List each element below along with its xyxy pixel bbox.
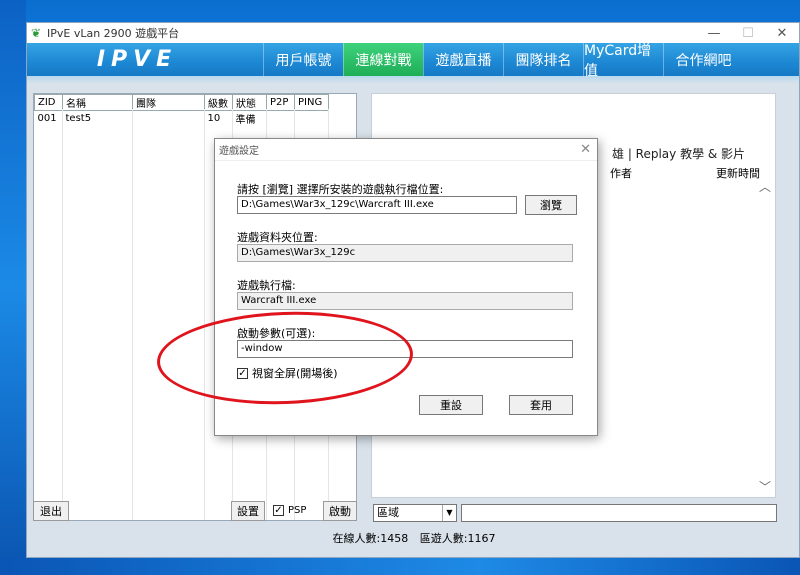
ipve-logo: IPVE — [96, 47, 178, 72]
exe-file-field: Warcraft III.exe — [237, 292, 573, 310]
scroll-down-chevron-icon[interactable]: ﹀ — [759, 478, 771, 495]
data-folder-label: 遊戲資料夾位置: — [237, 231, 318, 244]
title-bar: ❦ IPvE vLan 2900 遊戲平台 — ☐ ✕ — [27, 23, 799, 43]
cell-team — [133, 111, 205, 127]
settings-button[interactable]: 設置 — [231, 501, 265, 521]
main-nav: IPVE 用戶帳號 連線對戰 遊戲直播 團隊排名 MyCard增值 合作網吧 — [27, 43, 799, 79]
col-ping[interactable]: PING — [294, 94, 329, 111]
table-row[interactable]: 001 test5 10 準備 — [35, 111, 329, 127]
exe-path-field[interactable]: D:\Games\War3x_129c\Warcraft III.exe — [237, 196, 517, 214]
start-button[interactable]: 啟動 — [323, 501, 357, 521]
col-zid[interactable]: ZID — [34, 94, 63, 111]
nav-tabs: 用戶帳號 連線對戰 遊戲直播 團隊排名 MyCard增值 合作網吧 — [263, 43, 743, 79]
exit-button[interactable]: 退出 — [33, 501, 69, 521]
game-settings-dialog: 遊戲設定 ✕ 請按 [瀏覽] 選擇所安裝的遊戲執行檔位置: D:\Games\W… — [214, 138, 598, 436]
room-table: ZID 名稱 團隊 級數 狀態 P2P PING 001 test5 10 準備 — [34, 94, 329, 126]
online-count: 在線人數:1458 — [332, 532, 409, 545]
data-folder-field: D:\Games\War3x_129c — [237, 244, 573, 262]
tab-team-ranking[interactable]: 團隊排名 — [503, 43, 583, 76]
nav-strip — [27, 76, 799, 84]
psp-label: PSP — [288, 505, 307, 516]
col-name[interactable]: 名稱 — [62, 94, 133, 111]
region-select-value: 區域 — [377, 506, 399, 519]
room-actions-bar: 退出 設置 ✓ PSP 啟動 — [33, 501, 357, 523]
tab-user-account[interactable]: 用戶帳號 — [263, 43, 343, 76]
cell-status: 準備 — [235, 115, 256, 126]
tab-mycard-topup[interactable]: MyCard增值 — [583, 43, 663, 79]
cell-level: 10 — [207, 113, 221, 124]
reset-button[interactable]: 重設 — [419, 395, 483, 415]
status-bar: 在線人數:1458 區遊人數:1167 — [27, 530, 800, 546]
cell-name: test5 — [65, 113, 92, 124]
region-online-count: 區遊人數:1167 — [419, 532, 496, 545]
dialog-close-icon[interactable]: ✕ — [580, 142, 591, 157]
browse-button[interactable]: 瀏覽 — [525, 195, 577, 215]
apply-button[interactable]: 套用 — [509, 395, 573, 415]
region-select[interactable]: 區域 ▼ — [373, 504, 457, 522]
col-level[interactable]: 級數 — [204, 94, 233, 111]
psp-check-icon[interactable]: ✓ — [273, 505, 284, 516]
minimize-button[interactable]: — — [697, 23, 731, 43]
close-window-button[interactable]: ✕ — [765, 23, 799, 43]
tab-partner-cafe[interactable]: 合作網吧 — [663, 43, 743, 76]
col-updated[interactable]: 更新時間 — [716, 165, 760, 181]
col-status[interactable]: 狀態 — [232, 94, 267, 111]
app-leaf-icon: ❦ — [31, 26, 42, 40]
launch-params-label: 啟動參數(可選): — [237, 327, 316, 340]
replay-search-input[interactable] — [461, 504, 777, 522]
psp-checkbox[interactable]: ✓ PSP — [273, 505, 306, 516]
col-p2p[interactable]: P2P — [266, 94, 295, 111]
cell-p2p — [267, 111, 295, 127]
table-header-row: ZID 名稱 團隊 級數 狀態 P2P PING — [34, 94, 329, 111]
col-author[interactable]: 作者 — [610, 165, 632, 181]
col-team[interactable]: 團隊 — [132, 94, 205, 111]
fullscreen-label: 視窗全屏(開場後) — [252, 367, 338, 380]
dialog-title: 遊戲設定 — [215, 139, 597, 161]
exe-file-label: 遊戲執行檔: — [237, 279, 296, 292]
launch-params-input[interactable]: -window — [237, 340, 573, 358]
cell-ping — [295, 111, 329, 127]
exe-prompt-label: 請按 [瀏覽] 選擇所安裝的遊戲執行檔位置: — [237, 183, 444, 196]
maximize-button[interactable]: ☐ — [731, 23, 765, 43]
dropdown-arrow-icon[interactable]: ▼ — [442, 505, 456, 521]
scroll-up-chevron-icon[interactable]: ︿ — [759, 178, 771, 195]
tab-online-battle[interactable]: 連線對戰 — [343, 43, 423, 76]
desktop-bottom-edge — [0, 558, 800, 575]
desktop-left-edge — [0, 0, 26, 575]
tab-game-live[interactable]: 遊戲直播 — [423, 43, 503, 76]
cell-zid: 001 — [37, 113, 57, 124]
fullscreen-check-icon[interactable]: ✓ — [237, 367, 248, 379]
fullscreen-checkbox[interactable]: ✓ 視窗全屏(開場後) — [237, 365, 338, 381]
replay-tabs[interactable]: 雄 | Replay 教學 & 影片 — [612, 145, 745, 162]
